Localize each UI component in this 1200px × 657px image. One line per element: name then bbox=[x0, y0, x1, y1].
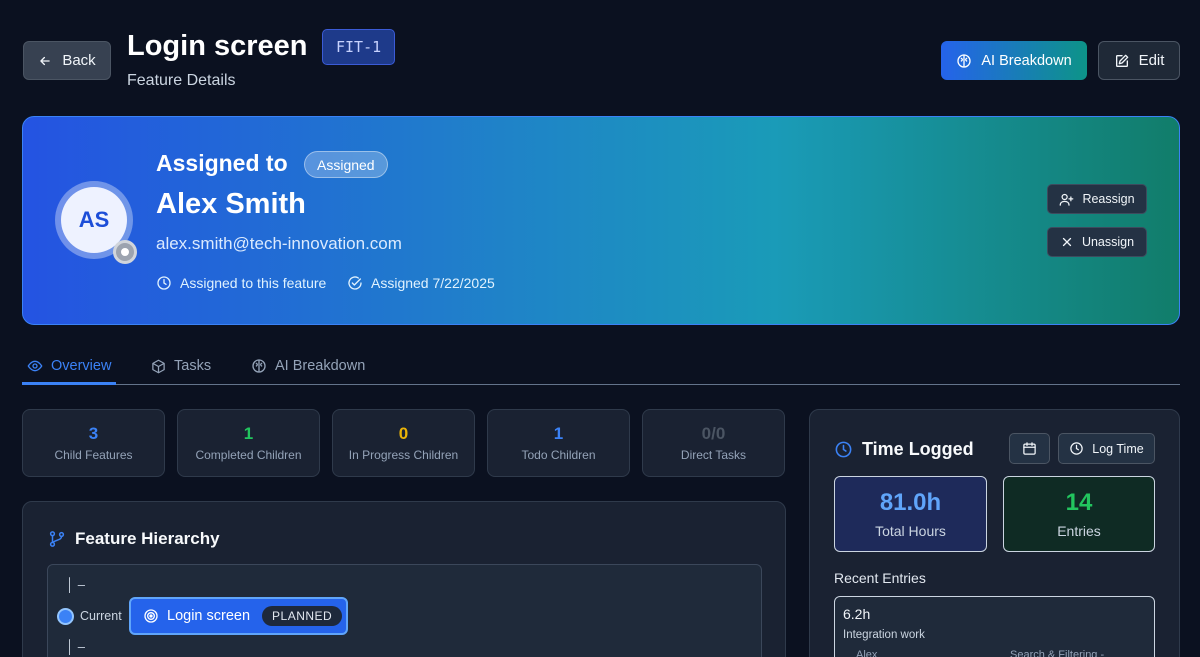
current-label: Current bbox=[80, 609, 122, 623]
tab-label: AI Breakdown bbox=[275, 358, 366, 374]
feature-node-name: Login screen bbox=[167, 608, 251, 624]
brain-icon bbox=[956, 53, 972, 69]
recent-entries-title: Recent Entries bbox=[834, 570, 926, 586]
presence-indicator-icon bbox=[113, 240, 137, 264]
feature-id-badge: FIT-1 bbox=[322, 29, 396, 65]
stat-in-progress-children: 0 In Progress Children bbox=[332, 409, 475, 477]
calendar-icon bbox=[1022, 441, 1037, 456]
entries-label: Entries bbox=[1057, 523, 1101, 539]
time-entry[interactable] bbox=[834, 596, 1155, 657]
eye-icon bbox=[27, 358, 43, 374]
assignment-date: Assigned 7/22/2025 bbox=[347, 275, 495, 291]
tab-ai-breakdown[interactable]: AI Breakdown bbox=[251, 358, 365, 374]
stat-value: 0 bbox=[398, 424, 409, 443]
stat-value: 1 bbox=[243, 424, 254, 443]
assignment-status-badge: Assigned bbox=[304, 151, 388, 178]
arrow-left-icon bbox=[38, 54, 52, 68]
tab-label: Overview bbox=[51, 358, 112, 374]
time-logged-title-text: Time Logged bbox=[862, 439, 974, 459]
total-hours-value: 81.0h bbox=[879, 489, 942, 516]
edit-label: Edit bbox=[1138, 52, 1165, 69]
stat-value: 0/0 bbox=[701, 424, 726, 443]
page-title: Login screen bbox=[127, 30, 308, 62]
assignment-scope: Assigned to this feature bbox=[156, 275, 326, 291]
current-marker-icon bbox=[57, 608, 74, 625]
active-tab-indicator bbox=[22, 382, 116, 385]
tab-overview[interactable]: Overview bbox=[27, 358, 111, 374]
assignment-scope-text: Assigned to this feature bbox=[180, 275, 327, 291]
assignment-date-text: Assigned 7/22/2025 bbox=[371, 275, 495, 291]
tree-connector-below: │ – bbox=[66, 639, 85, 654]
stat-child-features: 3 Child Features bbox=[22, 409, 165, 477]
log-time-button[interactable]: Log Time bbox=[1058, 433, 1155, 464]
stat-value: 1 bbox=[553, 424, 564, 443]
stat-todo-children: 1 Todo Children bbox=[487, 409, 630, 477]
cube-icon bbox=[151, 359, 166, 374]
edit-button[interactable]: Edit bbox=[1098, 41, 1180, 80]
reassign-button[interactable]: Reassign bbox=[1047, 184, 1147, 214]
brain-icon bbox=[251, 358, 267, 374]
stat-label: In Progress Children bbox=[348, 448, 459, 462]
ai-breakdown-button[interactable]: AI Breakdown bbox=[941, 41, 1087, 80]
time-entry-description: Integration work bbox=[843, 629, 925, 641]
unassign-label: Unassign bbox=[1081, 235, 1135, 249]
hierarchy-title-text: Feature Hierarchy bbox=[75, 529, 220, 548]
clock-icon bbox=[834, 440, 853, 459]
feature-hierarchy-title: Feature Hierarchy bbox=[48, 529, 220, 549]
entries-value: 14 bbox=[1065, 489, 1093, 516]
close-icon bbox=[1060, 235, 1074, 249]
tab-divider bbox=[22, 384, 1180, 385]
log-time-label: Log Time bbox=[1092, 441, 1144, 456]
time-entry-hours: 6.2h bbox=[843, 606, 871, 622]
time-logged-title: Time Logged bbox=[834, 439, 974, 460]
stat-label: Direct Tasks bbox=[680, 448, 747, 462]
assigned-to-heading: Assigned to bbox=[156, 150, 288, 176]
calendar-button[interactable] bbox=[1009, 433, 1050, 464]
time-entry-user: Alex bbox=[856, 649, 878, 657]
clock-icon bbox=[1069, 441, 1084, 456]
tab-tasks[interactable]: Tasks bbox=[151, 358, 211, 374]
back-label: Back bbox=[62, 52, 96, 69]
current-feature-node[interactable]: Login screen PLANNED bbox=[129, 597, 348, 635]
total-hours-label: Total Hours bbox=[875, 523, 946, 539]
entries-card: 14 Entries bbox=[1003, 476, 1155, 552]
stat-label: Completed Children bbox=[195, 448, 302, 462]
user-plus-icon bbox=[1059, 192, 1074, 207]
back-button[interactable]: Back bbox=[23, 41, 111, 80]
stat-value: 3 bbox=[88, 424, 99, 443]
stat-label: Todo Children bbox=[521, 448, 596, 462]
clock-icon bbox=[156, 275, 172, 291]
assignee-email: alex.smith@tech-innovation.com bbox=[156, 234, 402, 253]
time-entry-feature: Search & Filtering - bbox=[1010, 649, 1105, 657]
page-subtitle: Feature Details bbox=[127, 72, 236, 89]
feature-status-badge: PLANNED bbox=[262, 606, 343, 626]
stat-completed-children: 1 Completed Children bbox=[177, 409, 320, 477]
unassign-button[interactable]: Unassign bbox=[1047, 227, 1147, 257]
assignee-name: Alex Smith bbox=[156, 188, 306, 220]
git-branch-icon bbox=[48, 530, 66, 548]
tree-connector-above: │ – bbox=[66, 577, 85, 592]
stat-direct-tasks: 0/0 Direct Tasks bbox=[642, 409, 785, 477]
stat-label: Child Features bbox=[54, 448, 133, 462]
ai-breakdown-label: AI Breakdown bbox=[981, 52, 1072, 69]
pencil-square-icon bbox=[1114, 53, 1130, 69]
total-hours-card: 81.0h Total Hours bbox=[834, 476, 987, 552]
reassign-label: Reassign bbox=[1082, 192, 1135, 206]
tab-label: Tasks bbox=[174, 358, 212, 374]
target-icon bbox=[143, 608, 159, 624]
check-circle-icon bbox=[347, 275, 363, 291]
